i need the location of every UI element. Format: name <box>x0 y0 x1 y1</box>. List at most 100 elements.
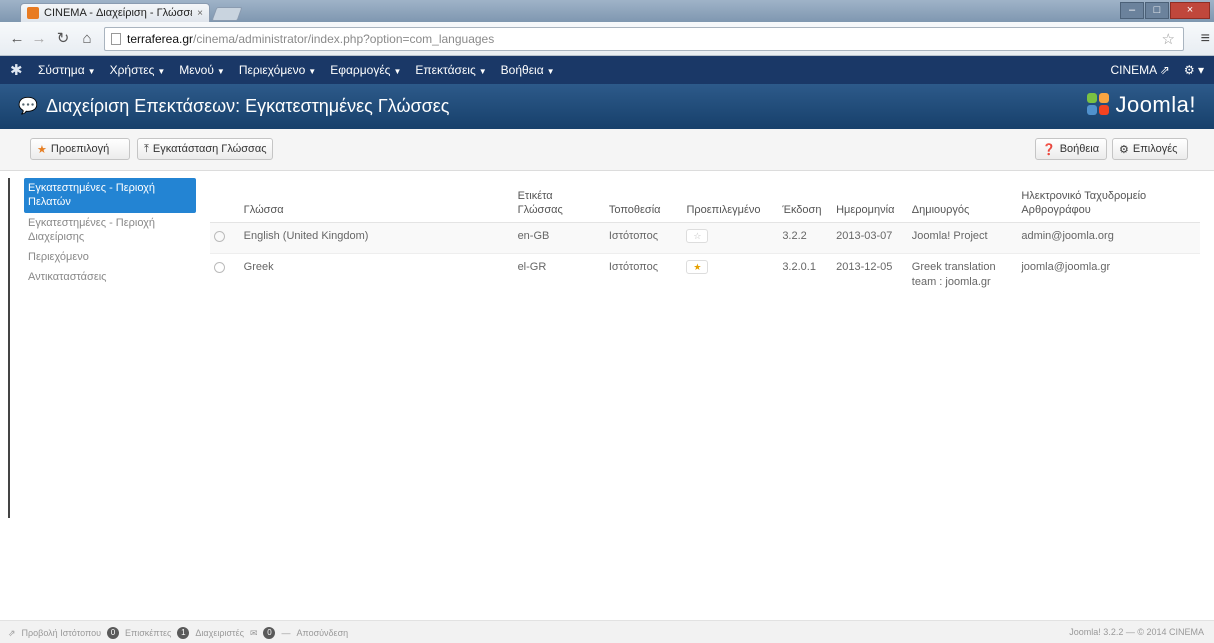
header-tag[interactable]: Ετικέτα Γλώσσας <box>513 180 605 223</box>
nav-content[interactable]: Περιεχόμενο ▼ <box>239 63 316 77</box>
visitors-badge: 0 <box>107 627 119 639</box>
cell-language: Greek <box>239 252 514 296</box>
page-title: Διαχείριση Επεκτάσεων: Εγκατεστημένες Γλ… <box>46 96 450 116</box>
nav-content-label: Περιεχόμενο <box>238 63 306 77</box>
row-select <box>210 221 240 253</box>
back-arrow-icon[interactable]: ← <box>6 28 28 50</box>
cell-location: Ιστότοπος <box>604 221 683 253</box>
nav-help-label: Βοήθεια <box>500 63 544 77</box>
help-button[interactable]: ❓ Βοήθεια <box>1035 138 1107 160</box>
url-path: /cinema/administrator/index.php?option=c… <box>193 32 495 46</box>
row-select <box>210 252 240 296</box>
caret-down-icon: ▼ <box>393 67 402 76</box>
sidebar: Εγκατεστημένες - Περιοχή Πελατών Εγκατεσ… <box>8 178 198 518</box>
nav-menus[interactable]: Μενού ▼ <box>179 63 225 77</box>
cell-tag: el-GR <box>513 252 605 296</box>
close-window-button[interactable]: × <box>1170 2 1210 19</box>
logout-link[interactable]: Αποσύνδεση <box>296 628 348 638</box>
table-row: English (United Kingdom) en-GB Ιστότοπος… <box>210 221 1200 253</box>
comments-icon: 💬 <box>18 98 38 115</box>
joomla-menu-icon[interactable]: ✱ <box>10 61 23 79</box>
header-version[interactable]: Έκδοση <box>778 180 833 223</box>
help-button-label: Βοήθεια <box>1059 143 1100 155</box>
browser-menu-icon[interactable]: ≡ <box>1201 30 1210 48</box>
new-tab-button[interactable] <box>211 7 243 21</box>
languages-table: Γλώσσα Ετικέτα Γλώσσας Τοποθεσία Προεπιλ… <box>210 180 1200 296</box>
page-icon <box>111 33 121 45</box>
nav-components[interactable]: Εφαρμογές ▼ <box>330 63 401 77</box>
nav-system[interactable]: Σύστημα ▼ <box>38 63 96 77</box>
cell-date: 2013-03-07 <box>832 221 908 253</box>
forward-arrow-icon[interactable]: → <box>28 28 50 50</box>
browser-toolbar: ← → ↻ ⌂ terraferea.gr /cinema/administra… <box>0 22 1214 56</box>
gear-icon: ⚙ <box>1119 143 1129 156</box>
cell-author: Greek translation team : joomla.gr <box>907 252 1018 296</box>
view-site-icon: ⇗ <box>8 627 16 638</box>
window-controls: – □ × <box>1120 2 1210 19</box>
cell-language: English (United Kingdom) <box>239 221 514 253</box>
default-button[interactable]: ★ Προεπιλογή <box>30 138 130 160</box>
install-button-label: Εγκατάσταση Γλώσσας <box>152 143 267 155</box>
header-date[interactable]: Ημερομηνία <box>832 180 908 223</box>
cell-version: 3.2.0.1 <box>778 252 833 296</box>
sidebar-item-content[interactable]: Περιεχόμενο <box>10 247 198 267</box>
visitors-label: Επισκέπτες <box>125 628 172 638</box>
user-gear-menu[interactable]: ⚙ ▾ <box>1184 63 1204 77</box>
email-link[interactable]: joomla@joomla.gr <box>1021 261 1110 273</box>
messages-icon: ✉ <box>249 627 258 638</box>
view-site-link[interactable]: Προβολή Ιστότοπου <box>22 628 101 638</box>
options-button[interactable]: ⚙ Επιλογές <box>1112 138 1188 160</box>
tab-close-icon[interactable]: × <box>197 8 203 19</box>
default-star-icon[interactable]: ☆ <box>686 228 709 243</box>
joomla-favicon-icon <box>27 7 39 19</box>
tab-title: CINEMA - Διαχείριση - Γλώσσες <box>44 7 193 19</box>
default-button-label: Προεπιλογή <box>50 143 110 155</box>
email-link[interactable]: admin@joomla.org <box>1021 230 1114 242</box>
row-radio[interactable] <box>214 230 225 242</box>
nav-users[interactable]: Χρήστες ▼ <box>110 63 166 77</box>
sidebar-item-installed-admin[interactable]: Εγκατεστημένες - Περιοχή Διαχείρισης <box>10 213 198 247</box>
caret-down-icon: ▼ <box>478 67 487 76</box>
bookmark-star-icon[interactable]: ☆ <box>1162 30 1175 48</box>
minimize-button[interactable]: – <box>1120 2 1144 19</box>
row-radio[interactable] <box>214 261 225 273</box>
nav-system-label: Σύστημα <box>38 63 85 77</box>
nav-extensions[interactable]: Επεκτάσεις ▼ <box>415 63 486 77</box>
status-bar: ⇗ Προβολή Ιστότοπου 0 Επισκέπτες 1 Διαχε… <box>0 620 1214 643</box>
joomla-logo-icon <box>1087 93 1111 117</box>
maximize-button[interactable]: □ <box>1145 2 1169 19</box>
address-bar[interactable]: terraferea.gr /cinema/administrator/inde… <box>104 27 1184 51</box>
cell-email: joomla@joomla.gr <box>1017 252 1200 296</box>
nav-components-label: Εφαρμογές <box>330 63 391 77</box>
table-row: Greek el-GR Ιστότοπος ★ 3.2.0.1 2013-12-… <box>210 252 1200 296</box>
options-button-label: Επιλογές <box>1132 143 1178 155</box>
upload-icon: ⤒ <box>144 142 149 155</box>
site-link[interactable]: CINEMA ⇗ <box>1110 63 1169 77</box>
header-email[interactable]: Ηλεκτρονικό Ταχυδρομείο Αρθρογράφου <box>1017 180 1200 223</box>
question-icon: ❓ <box>1042 143 1056 156</box>
joomla-logo-text: Joomla! <box>1115 92 1196 117</box>
footer-version: Joomla! 3.2.2 — © 2014 CINEMA <box>1069 627 1204 637</box>
default-star-icon[interactable]: ★ <box>686 259 709 274</box>
header-author[interactable]: Δημιουργός <box>907 180 1018 223</box>
admins-badge: 1 <box>177 627 190 639</box>
admins-label: Διαχειριστές <box>195 628 244 638</box>
sidebar-item-installed-site[interactable]: Εγκατεστημένες - Περιοχή Πελατών <box>24 178 196 213</box>
navbar-right: CINEMA ⇗ ⚙ ▾ <box>1110 56 1204 84</box>
browser-tab[interactable]: CINEMA - Διαχείριση - Γλώσσες × <box>20 3 210 22</box>
caret-down-icon: ▼ <box>216 67 225 76</box>
header-default[interactable]: Προεπιλεγμένο <box>682 180 779 223</box>
cell-default: ★ <box>682 252 779 296</box>
sidebar-item-overrides[interactable]: Αντικαταστάσεις <box>10 267 198 287</box>
logout-icon: — <box>281 628 291 638</box>
table-header-row: Γλώσσα Ετικέτα Γλώσσας Τοποθεσία Προεπιλ… <box>210 180 1200 223</box>
cell-default: ☆ <box>682 221 779 253</box>
home-icon[interactable]: ⌂ <box>76 28 98 50</box>
header-language[interactable]: Γλώσσα <box>239 180 514 223</box>
nav-help[interactable]: Βοήθεια ▼ <box>501 63 555 77</box>
caret-down-icon: ▼ <box>157 67 166 76</box>
reload-icon[interactable]: ↻ <box>52 28 74 50</box>
header-location[interactable]: Τοποθεσία <box>604 180 683 223</box>
install-language-button[interactable]: ⤒ Εγκατάσταση Γλώσσας <box>137 138 273 160</box>
nav-users-label: Χρήστες <box>109 63 155 77</box>
